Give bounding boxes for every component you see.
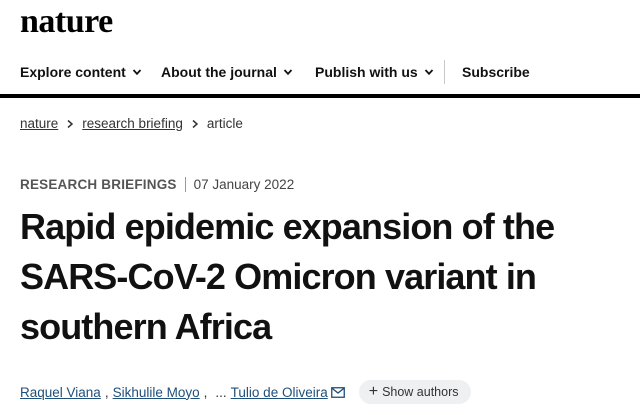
main-nav: Explore content About the journal Publis… bbox=[0, 52, 640, 92]
author-separator: , bbox=[203, 384, 208, 400]
author-separator: , bbox=[104, 384, 109, 400]
nav-explore-content-label: Explore content bbox=[20, 64, 126, 80]
author-list: Raquel Viana , Sikhulile Moyo , ... Tuli… bbox=[20, 380, 471, 404]
nav-divider bbox=[444, 60, 445, 84]
nav-publish-with-us-label: Publish with us bbox=[315, 64, 418, 80]
breadcrumb: nature research briefing article bbox=[20, 116, 243, 131]
chevron-right-icon bbox=[192, 119, 198, 128]
author-ellipsis: ... bbox=[215, 384, 227, 400]
plus-icon: + bbox=[368, 383, 379, 400]
chevron-right-icon bbox=[67, 119, 74, 128]
nav-about-the-journal[interactable]: About the journal bbox=[161, 64, 293, 80]
subscribe-link[interactable]: Subscribe bbox=[462, 64, 530, 80]
show-authors-label: Show authors bbox=[382, 385, 459, 399]
mail-icon[interactable] bbox=[330, 386, 345, 398]
nature-logo[interactable]: nature bbox=[20, 4, 113, 40]
breadcrumb-nature[interactable]: nature bbox=[20, 116, 58, 131]
breadcrumb-current: article bbox=[206, 116, 243, 131]
breadcrumb-research-briefing[interactable]: research briefing bbox=[82, 116, 183, 131]
header-rule bbox=[0, 94, 640, 98]
article-meta: RESEARCH BRIEFINGS 07 January 2022 bbox=[20, 177, 294, 192]
chevron-down-icon bbox=[132, 69, 141, 76]
author-link[interactable]: Sikhulile Moyo bbox=[113, 385, 200, 400]
show-authors-button[interactable]: + Show authors bbox=[358, 380, 471, 404]
meta-divider bbox=[184, 177, 186, 192]
publication-date: 07 January 2022 bbox=[193, 177, 295, 192]
nav-publish-with-us[interactable]: Publish with us bbox=[315, 64, 434, 80]
author-link[interactable]: Raquel Viana bbox=[20, 385, 101, 400]
author-link[interactable]: Tulio de Oliveira bbox=[231, 385, 328, 400]
chevron-down-icon bbox=[424, 69, 433, 76]
article-title: Rapid epidemic expansion of the SARS-CoV… bbox=[20, 206, 555, 347]
nav-explore-content[interactable]: Explore content bbox=[20, 64, 142, 80]
nav-about-the-journal-label: About the journal bbox=[161, 64, 277, 80]
chevron-down-icon bbox=[283, 69, 293, 76]
article-type: RESEARCH BRIEFINGS bbox=[20, 177, 177, 192]
